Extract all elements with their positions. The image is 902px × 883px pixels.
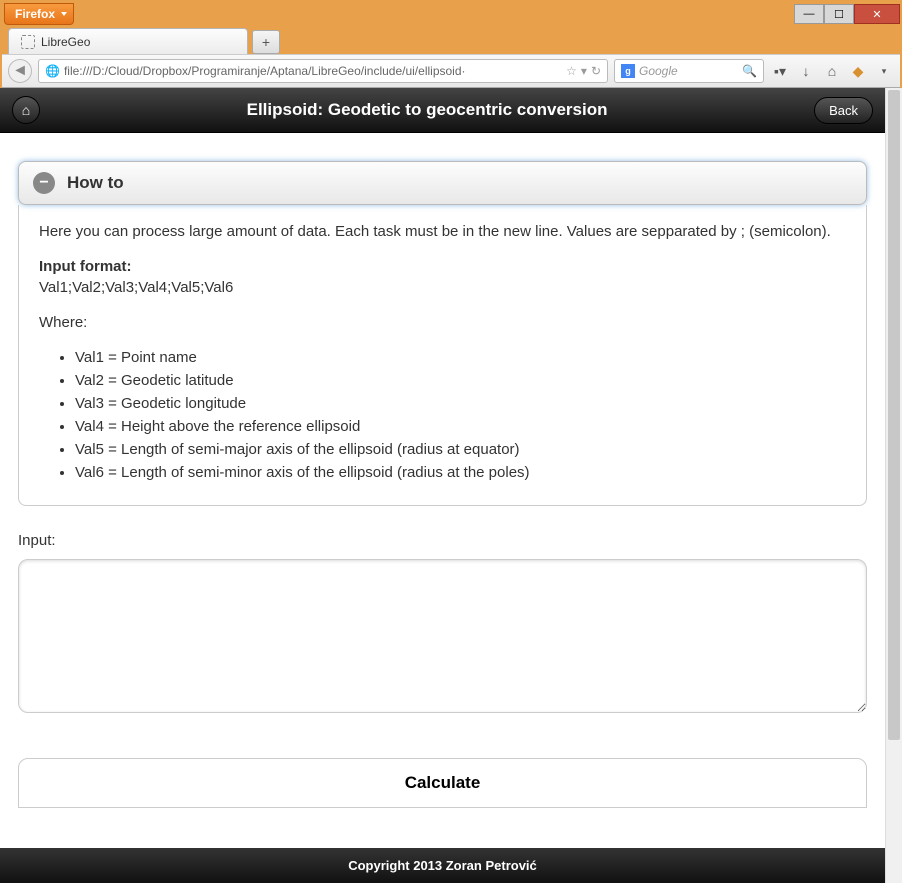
- home-glyph-icon: ⌂: [22, 102, 30, 118]
- addon-icon[interactable]: ◆: [848, 61, 868, 81]
- globe-icon: 🌐: [45, 64, 60, 78]
- app-home-button[interactable]: ⌂: [12, 96, 40, 124]
- nav-back-button[interactable]: ◄: [8, 59, 32, 83]
- howto-intro: Here you can process large amount of dat…: [39, 221, 846, 242]
- app-header: ⌂ Ellipsoid: Geodetic to geocentric conv…: [0, 88, 885, 133]
- page-title: Ellipsoid: Geodetic to geocentric conver…: [40, 100, 814, 120]
- maximize-button[interactable]: ☐: [824, 4, 854, 24]
- new-tab-button[interactable]: +: [252, 30, 280, 54]
- google-icon: g: [621, 64, 635, 78]
- addon-dropdown-icon[interactable]: ▾: [874, 61, 894, 81]
- list-item: Val3 = Geodetic longitude: [75, 393, 846, 414]
- list-item: Val4 = Height above the reference ellips…: [75, 416, 846, 437]
- minimize-button[interactable]: —: [794, 4, 824, 24]
- tab-bar: LibreGeo +: [2, 26, 900, 54]
- page-content: ⌂ Ellipsoid: Geodetic to geocentric conv…: [0, 88, 885, 883]
- howto-format: Input format: Val1;Val2;Val3;Val4;Val5;V…: [39, 256, 846, 298]
- list-item: Val5 = Length of semi-major axis of the …: [75, 439, 846, 460]
- tab-favicon: [21, 35, 35, 49]
- url-bar[interactable]: 🌐 file:///D:/Cloud/Dropbox/Programiranje…: [38, 59, 608, 83]
- window-chrome: Firefox — ☐ ✕ LibreGeo + ◄ 🌐 file:///D:/…: [0, 0, 902, 88]
- browser-tab[interactable]: LibreGeo: [8, 28, 248, 54]
- dropdown-icon[interactable]: ▾: [581, 64, 587, 78]
- reload-icon[interactable]: ↻: [591, 64, 601, 78]
- nav-bar: ◄ 🌐 file:///D:/Cloud/Dropbox/Programiran…: [2, 54, 900, 88]
- vertical-scrollbar[interactable]: [885, 88, 902, 883]
- window-controls: — ☐ ✕: [794, 4, 900, 24]
- url-text: file:///D:/Cloud/Dropbox/Programiranje/A…: [64, 64, 562, 78]
- firefox-menu-button[interactable]: Firefox: [4, 3, 74, 25]
- input-label: Input:: [18, 532, 867, 549]
- list-item: Val2 = Geodetic latitude: [75, 370, 846, 391]
- downloads-icon[interactable]: ↓: [796, 61, 816, 81]
- where-label: Where:: [39, 312, 846, 333]
- bookmark-star-icon[interactable]: ☆: [566, 64, 577, 78]
- title-bar: Firefox — ☐ ✕: [2, 2, 900, 26]
- app-back-button[interactable]: Back: [814, 97, 873, 124]
- search-icon[interactable]: 🔍: [742, 64, 757, 78]
- list-item: Val6 = Length of semi-minor axis of the …: [75, 462, 846, 483]
- main-area: − How to Here you can process large amou…: [0, 133, 885, 848]
- page-viewport: ⌂ Ellipsoid: Geodetic to geocentric conv…: [0, 88, 902, 883]
- input-textarea[interactable]: [18, 559, 867, 713]
- collapse-icon: −: [33, 172, 55, 194]
- list-item: Val1 = Point name: [75, 347, 846, 368]
- search-bar[interactable]: g Google 🔍: [614, 59, 764, 83]
- bookmarks-dropdown-icon[interactable]: ▪▾: [770, 61, 790, 81]
- search-placeholder: Google: [639, 64, 678, 78]
- tab-title: LibreGeo: [41, 35, 90, 49]
- home-icon[interactable]: ⌂: [822, 61, 842, 81]
- calculate-button[interactable]: Calculate: [18, 758, 867, 808]
- howto-title: How to: [67, 173, 124, 193]
- howto-body: Here you can process large amount of dat…: [18, 205, 867, 506]
- val-list: Val1 = Point name Val2 = Geodetic latitu…: [75, 347, 846, 483]
- format-label: Input format:: [39, 258, 131, 275]
- format-value: Val1;Val2;Val3;Val4;Val5;Val6: [39, 279, 233, 296]
- close-button[interactable]: ✕: [854, 4, 900, 24]
- howto-header[interactable]: − How to: [18, 161, 867, 205]
- scroll-thumb[interactable]: [888, 90, 900, 740]
